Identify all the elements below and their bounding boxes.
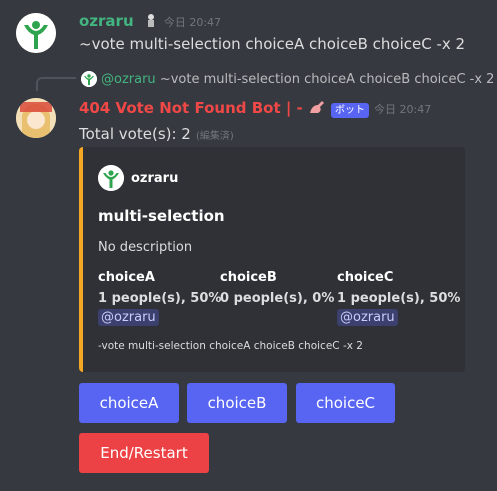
reply-text[interactable]: ~vote multi-selection choiceA choiceB ch…: [160, 72, 495, 87]
total-votes: Total vote(s): 2: [79, 125, 191, 143]
field-mention[interactable]: @ozraru: [337, 309, 398, 326]
message-text: ~vote multi-selection choiceA choiceB ch…: [79, 35, 466, 53]
embed-author-name[interactable]: ozraru: [131, 171, 178, 186]
bot-avatar-icon: [16, 98, 56, 138]
field-value: 1 people(s), 50%: [337, 291, 461, 306]
message-username[interactable]: ozraru: [79, 12, 134, 30]
bot-name[interactable]: 404 Vote Not Found Bot | -: [79, 99, 303, 117]
reply-avatar: [81, 71, 97, 87]
embed-author-avatar: [98, 165, 124, 191]
end-restart-button[interactable]: End/Restart: [79, 433, 209, 473]
reply-connector: [36, 77, 76, 91]
bot-avatar[interactable]: [16, 98, 56, 138]
embed-title: multi-selection: [98, 207, 225, 225]
vote-embed: ozraru multi-selection No description ch…: [79, 147, 465, 372]
bot-timestamp: 今日 20:47: [374, 103, 432, 116]
embed-description: No description: [98, 240, 193, 255]
bot-badge: ボット: [330, 103, 369, 118]
choiceC-button[interactable]: choiceC: [296, 383, 395, 423]
field-value: 1 people(s), 50%: [98, 291, 222, 306]
edited-label: (編集済): [195, 131, 234, 142]
badge-emoji-icon: [143, 12, 159, 28]
choiceA-button[interactable]: choiceA: [79, 383, 179, 423]
message-timestamp: 今日 20:47: [163, 16, 222, 29]
reply-mention[interactable]: @ozraru: [101, 72, 156, 87]
embed-footer: -vote multi-selection choiceA choiceB ch…: [98, 340, 363, 352]
embed-author-icon: [98, 165, 124, 191]
user-avatar-icon: [16, 13, 56, 53]
embed-field-choiceC: choiceC 1 people(s), 50% @ozraru: [337, 270, 460, 326]
field-mention[interactable]: @ozraru: [98, 309, 159, 326]
user-avatar[interactable]: [16, 13, 56, 53]
field-name: choiceA: [98, 270, 155, 285]
embed-field-choiceB: choiceB 0 people(s), 0%: [220, 270, 334, 306]
field-name: choiceB: [220, 270, 277, 285]
embed-field-choiceA: choiceA 1 people(s), 50% @ozraru: [98, 270, 221, 326]
reply-avatar-icon: [81, 71, 97, 87]
field-name: choiceC: [337, 270, 394, 285]
choiceB-button[interactable]: choiceB: [187, 383, 287, 423]
field-value: 0 people(s), 0%: [220, 291, 335, 306]
bot-emoji-icon: [308, 99, 326, 115]
